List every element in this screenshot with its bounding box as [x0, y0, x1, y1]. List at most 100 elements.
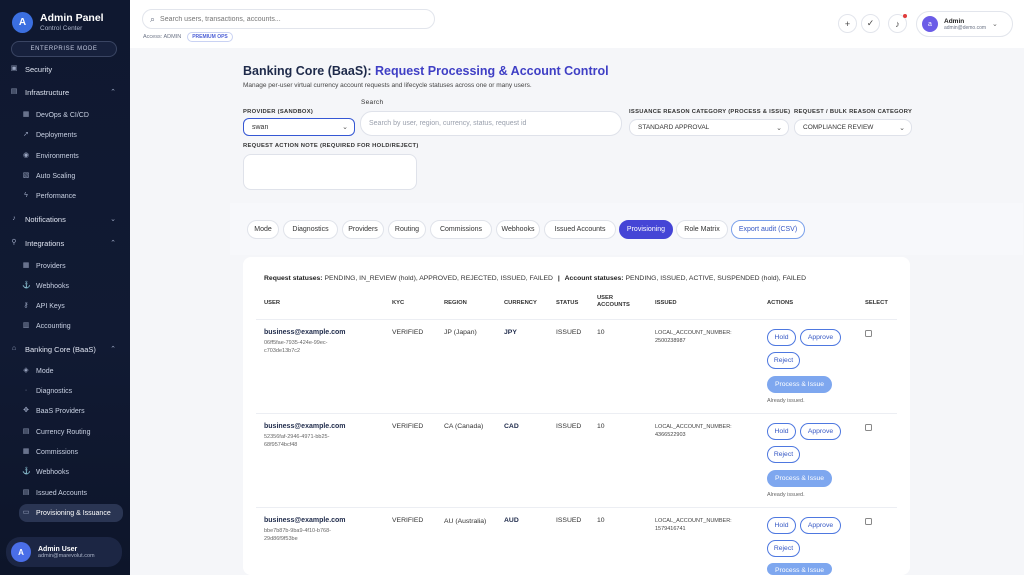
chevron-up-icon: ⌃	[110, 240, 116, 247]
reject-button[interactable]: Reject	[767, 446, 800, 463]
sidebar-item-auto-scaling[interactable]: ▧ Auto Scaling	[22, 167, 122, 185]
key-icon: ⚷	[23, 302, 29, 309]
webhook-icon: ⚓	[22, 468, 31, 475]
plug-icon: ⚲	[11, 239, 17, 246]
rocket-icon: ➚	[23, 131, 29, 138]
sidebar-item-security[interactable]: ▣ Security	[10, 60, 122, 78]
enterprise-mode-badge[interactable]: ENTERPRISE MODE	[11, 41, 117, 57]
col-header-actions: ACTIONS	[767, 300, 794, 306]
status-legend: Request statuses: PENDING, IN_REVIEW (ho…	[264, 275, 806, 282]
toggle-icon: ◈	[23, 367, 29, 374]
process-issue-button[interactable]: Process & Issue	[767, 563, 832, 575]
search-icon: ⌕	[150, 13, 156, 24]
export-audit-button[interactable]: Export audit (CSV)	[731, 220, 805, 239]
row-currency: JPY	[504, 329, 517, 336]
global-search-input[interactable]	[160, 15, 411, 23]
status-button[interactable]: ✓	[861, 14, 880, 33]
global-search[interactable]: ⌕	[142, 9, 435, 29]
row-issued: LOCAL_ACCOUNT_NUMBER: 2500238987	[655, 330, 732, 344]
chevron-down-icon: ⌄	[899, 124, 905, 132]
sidebar: A Admin Panel Control Center ENTERPRISE …	[0, 0, 130, 575]
col-header-currency: CURRENCY	[504, 300, 537, 306]
sidebar-user-card[interactable]: A Admin User admin@marevolut.com	[6, 537, 122, 567]
card-icon: ▭	[22, 509, 30, 516]
hold-button[interactable]: Hold	[767, 517, 796, 534]
reject-button[interactable]: Reject	[767, 352, 800, 369]
ledger-icon: ▥	[22, 322, 30, 329]
bulk-reason-select[interactable]: COMPLIANCE REVIEW ⌄	[794, 119, 912, 136]
tab-provisioning[interactable]: Provisioning	[619, 220, 673, 239]
col-header-kyc: KYC	[392, 300, 405, 306]
sidebar-item-environments[interactable]: ◉ Environments	[22, 147, 122, 165]
server-icon: ▤	[10, 88, 18, 95]
tab-providers[interactable]: Providers	[342, 220, 384, 239]
sidebar-item-api-keys[interactable]: ⚷ API Keys	[22, 297, 122, 315]
brand-title: Admin Panel	[40, 12, 104, 24]
row-user-id: 06ff5fae-7935-424e-99ec-c703de13b7c2	[264, 340, 328, 354]
sidebar-item-deployments[interactable]: ➚ Deployments	[22, 126, 122, 144]
sidebar-item-accounting[interactable]: ▥ Accounting	[22, 317, 122, 335]
row-select-checkbox[interactable]	[865, 330, 872, 337]
notification-dot	[903, 14, 907, 18]
access-label: Access: ADMIN	[143, 34, 182, 40]
sidebar-item-integrations[interactable]: ⚲ Integrations ⌃	[10, 234, 122, 252]
tab-commissions[interactable]: Commissions	[430, 220, 492, 239]
sidebar-item-webhooks[interactable]: ⚓ Webhooks	[22, 277, 122, 295]
request-search-input[interactable]: Search by user, region, currency, status…	[360, 111, 622, 136]
process-issue-button[interactable]: Process & Issue	[767, 376, 832, 393]
main-content: Banking Core (BaaS): Request Processing …	[130, 48, 1024, 575]
brand-subtitle: Control Center	[40, 25, 83, 32]
tab-mode[interactable]: Mode	[247, 220, 279, 239]
tab-webhooks[interactable]: Webhooks	[496, 220, 540, 239]
sidebar-item-provisioning[interactable]: ▭ Provisioning & Issuance	[19, 504, 123, 522]
process-issue-button[interactable]: Process & Issue	[767, 470, 832, 487]
sidebar-item-baas-providers[interactable]: ✥ BaaS Providers	[22, 402, 122, 420]
reject-button[interactable]: Reject	[767, 540, 800, 557]
sidebar-item-infrastructure[interactable]: ▤ Infrastructure ⌃	[10, 83, 122, 101]
bank-icon: ⌂	[11, 345, 17, 352]
sidebar-item-commissions[interactable]: ▦ Commissions	[22, 443, 122, 461]
bolt-icon: ϟ	[24, 192, 28, 199]
account-menu[interactable]: a Admin admin@demo.com ⌄	[916, 11, 1013, 37]
tab-routing[interactable]: Routing	[388, 220, 426, 239]
add-button[interactable]: +	[838, 14, 857, 33]
chevron-down-icon: ⌄	[342, 124, 348, 131]
row-email: business@example.com	[264, 517, 346, 524]
sidebar-item-devops[interactable]: ▦ DevOps & CI/CD	[22, 106, 122, 124]
row-region: CA (Canada)	[444, 423, 484, 430]
row-select-checkbox[interactable]	[865, 424, 872, 431]
row-divider	[256, 413, 897, 414]
sidebar-item-diagnostics[interactable]: · Diagnostics	[22, 382, 122, 400]
col-header-select: SELECT	[865, 300, 888, 306]
sidebar-item-notifications[interactable]: ♪ Notifications ⌄	[10, 210, 122, 228]
percent-icon: ▦	[22, 448, 30, 455]
sidebar-item-performance[interactable]: ϟ Performance	[22, 187, 122, 205]
sidebar-item-currency-routing[interactable]: ▤ Currency Routing	[22, 423, 122, 441]
approve-button[interactable]: Approve	[800, 329, 841, 346]
sidebar-item-providers[interactable]: ▦ Providers	[22, 257, 122, 275]
issuance-reason-select[interactable]: STANDARD APPROVAL ⌄	[629, 119, 789, 136]
approve-button[interactable]: Approve	[800, 423, 841, 440]
provider-select[interactable]: swan ⌄	[243, 118, 355, 136]
sidebar-item-banking-core[interactable]: ⌂ Banking Core (BaaS) ⌃	[10, 340, 122, 358]
webhook-icon: ⚓	[22, 282, 31, 289]
row-accounts: 10	[597, 423, 605, 430]
col-header-user: USER	[264, 300, 281, 306]
shield-icon: ▣	[10, 65, 18, 72]
hold-button[interactable]: Hold	[767, 423, 796, 440]
approve-button[interactable]: Approve	[800, 517, 841, 534]
row-email: business@example.com	[264, 329, 346, 336]
row-select-checkbox[interactable]	[865, 518, 872, 525]
sidebar-item-baas-webhooks[interactable]: ⚓ Webhooks	[22, 463, 122, 481]
hold-button[interactable]: Hold	[767, 329, 796, 346]
sidebar-item-issued-accounts[interactable]: ▤ Issued Accounts	[22, 484, 122, 502]
tab-diagnostics[interactable]: Diagnostics	[283, 220, 338, 239]
chevron-up-icon: ⌃	[110, 89, 116, 96]
pipeline-icon: ▦	[22, 111, 30, 118]
sidebar-item-mode[interactable]: ◈ Mode	[22, 362, 122, 380]
tab-issued-accounts[interactable]: Issued Accounts	[544, 220, 616, 239]
globe-icon: ◉	[22, 152, 30, 159]
action-note-textarea[interactable]	[243, 154, 417, 190]
tab-role-matrix[interactable]: Role Matrix	[676, 220, 728, 239]
avatar: a	[922, 16, 938, 32]
